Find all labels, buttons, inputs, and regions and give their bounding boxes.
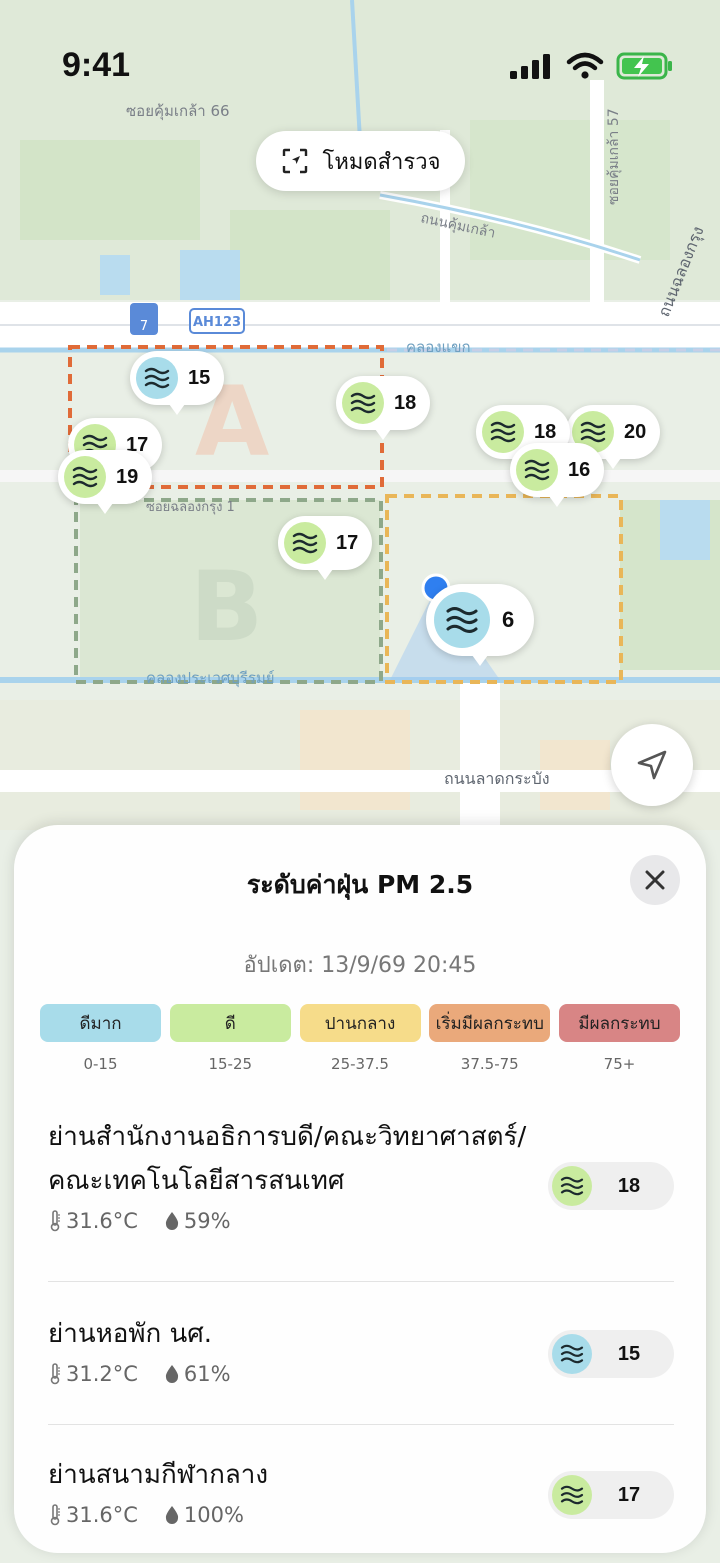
map-label: คลองแขก: [406, 338, 471, 356]
close-icon: [645, 870, 665, 890]
navigation-arrow-icon: [637, 750, 667, 780]
aqi-pin-value: 16: [568, 458, 591, 481]
location-item[interactable]: ย่านสำนักงานอธิการบดี/คณะวิทยาศาสตร์/คณะ…: [48, 1115, 674, 1282]
legend-range: 25-37.5: [331, 1055, 389, 1073]
legend-chip: ปานกลาง: [299, 1004, 421, 1042]
aqi-map-pin-selected[interactable]: 6: [426, 584, 535, 666]
aqi-map-pin[interactable]: 19: [58, 450, 153, 514]
location-item[interactable]: ย่านหอพัก นศ. 31.2°C 61% 15: [48, 1282, 674, 1425]
aqi-pin-value: 6: [502, 607, 515, 632]
aqi-waves-icon: [342, 382, 384, 424]
map-label: ซอยฉลองกรุง 1: [146, 500, 235, 515]
legend-chip: เริ่มมีผลกระทบ: [429, 1004, 551, 1042]
aqi-pin-value: 17: [336, 531, 359, 554]
aqi-map-pin[interactable]: 16: [510, 443, 605, 507]
aqi-pin-value: 18: [534, 420, 557, 443]
legend-chip: มีผลกระทบ: [559, 1004, 680, 1042]
location-name: ย่านสำนักงานอธิการบดี/คณะวิทยาศาสตร์/คณะ…: [48, 1122, 527, 1196]
status-bar: 9:41: [0, 0, 720, 130]
location-name: ย่านสนามกีฬากลาง: [48, 1460, 269, 1490]
legend-item: เริ่มมีผลกระทบ 37.5-75: [429, 1004, 551, 1073]
aqi-waves-icon: [434, 592, 490, 648]
map-label: คลองประเวศบุรีรมย์: [146, 669, 275, 688]
temperature: 31.6°C: [66, 1503, 138, 1527]
aqi-pin-value: 20: [624, 420, 647, 443]
updated-timestamp: อัปเดต: 13/9/69 20:45: [243, 953, 477, 978]
legend-range: 15-25: [208, 1055, 253, 1073]
humidity-drop-icon: [165, 1506, 179, 1524]
legend-range: 37.5-75: [460, 1055, 519, 1073]
aqi-waves-icon: [64, 456, 106, 498]
thermometer-icon: [50, 1504, 60, 1526]
aqi-pin-value: 19: [116, 465, 139, 488]
thermometer-icon: [50, 1210, 60, 1232]
zone-b-label: B: [190, 551, 263, 663]
route-shield-label: 7: [140, 319, 148, 334]
humidity: 59%: [183, 1209, 231, 1233]
aqi-value: 18: [617, 1174, 641, 1197]
aqi-value: 17: [617, 1483, 641, 1506]
aqi-waves-icon: [284, 522, 326, 564]
aqi-map-pin[interactable]: 15: [130, 351, 225, 415]
legend-chip: ดีมาก: [40, 1004, 161, 1042]
aqi-value: 15: [617, 1342, 641, 1365]
temperature: 31.6°C: [66, 1209, 138, 1233]
scan-icon: [282, 148, 307, 174]
legend-item: ดีมาก 0-15: [40, 1004, 161, 1073]
humidity: 100%: [183, 1503, 244, 1527]
locate-me-button[interactable]: [611, 724, 693, 806]
sheet-title: ระดับค่าฝุ่น PM 2.5: [246, 870, 474, 899]
aqi-map-pin[interactable]: 17: [278, 516, 373, 580]
wifi-icon: [566, 52, 604, 79]
location-meta: 31.6°C 59%: [48, 1209, 674, 1233]
humidity-drop-icon: [165, 1212, 179, 1230]
thermometer-icon: [50, 1363, 60, 1385]
location-item[interactable]: ย่านสนามกีฬากลาง 31.6°C 100% 17: [48, 1425, 674, 1553]
legend-range: 75+: [603, 1055, 636, 1073]
aqi-badge: 17: [548, 1471, 674, 1519]
aqi-pin-value: 15: [188, 366, 211, 389]
close-button[interactable]: [630, 855, 680, 905]
ah-shield-label: AH123: [193, 315, 241, 330]
status-time: 9:41: [62, 46, 131, 84]
aqi-waves-icon: [516, 449, 558, 491]
location-name: ย่านหอพัก นศ.: [48, 1319, 213, 1349]
aqi-waves-icon: [482, 411, 524, 453]
legend-item: มีผลกระทบ 75+: [559, 1004, 680, 1073]
legend-range: 0-15: [83, 1055, 118, 1073]
aqi-badge: 18: [548, 1162, 674, 1210]
location-list: ย่านสำนักงานอธิการบดี/คณะวิทยาศาสตร์/คณะ…: [48, 1115, 674, 1553]
legend-item: ดี 15-25: [169, 1004, 291, 1073]
legend-chip: ดี: [169, 1004, 291, 1042]
survey-mode-button[interactable]: โหมดสำรวจ: [256, 131, 465, 191]
aqi-map-pin[interactable]: 18: [336, 376, 431, 440]
signal-icon: [510, 54, 550, 79]
temperature: 31.2°C: [66, 1362, 138, 1386]
humidity-drop-icon: [165, 1365, 179, 1383]
aqi-badge: 15: [548, 1330, 674, 1378]
battery-charging-icon: [616, 52, 672, 80]
aqi-waves-icon: [552, 1475, 592, 1515]
pm25-bottom-sheet: ระดับค่าฝุ่น PM 2.5 อัปเดต: 13/9/69 20:4…: [14, 825, 706, 1553]
aqi-waves-icon: [552, 1166, 592, 1206]
aqi-waves-icon: [552, 1334, 592, 1374]
pm25-legend: ดีมาก 0-15 ดี 15-25 ปานกลาง 25-37.5 เริ่…: [40, 1004, 680, 1073]
aqi-pin-value: 18: [394, 391, 417, 414]
legend-item: ปานกลาง 25-37.5: [299, 1004, 421, 1073]
aqi-waves-icon: [136, 357, 178, 399]
survey-mode-label: โหมดสำรวจ: [322, 149, 441, 175]
humidity: 61%: [183, 1362, 231, 1386]
map-label: ถนนลาดกระบัง: [444, 769, 550, 788]
